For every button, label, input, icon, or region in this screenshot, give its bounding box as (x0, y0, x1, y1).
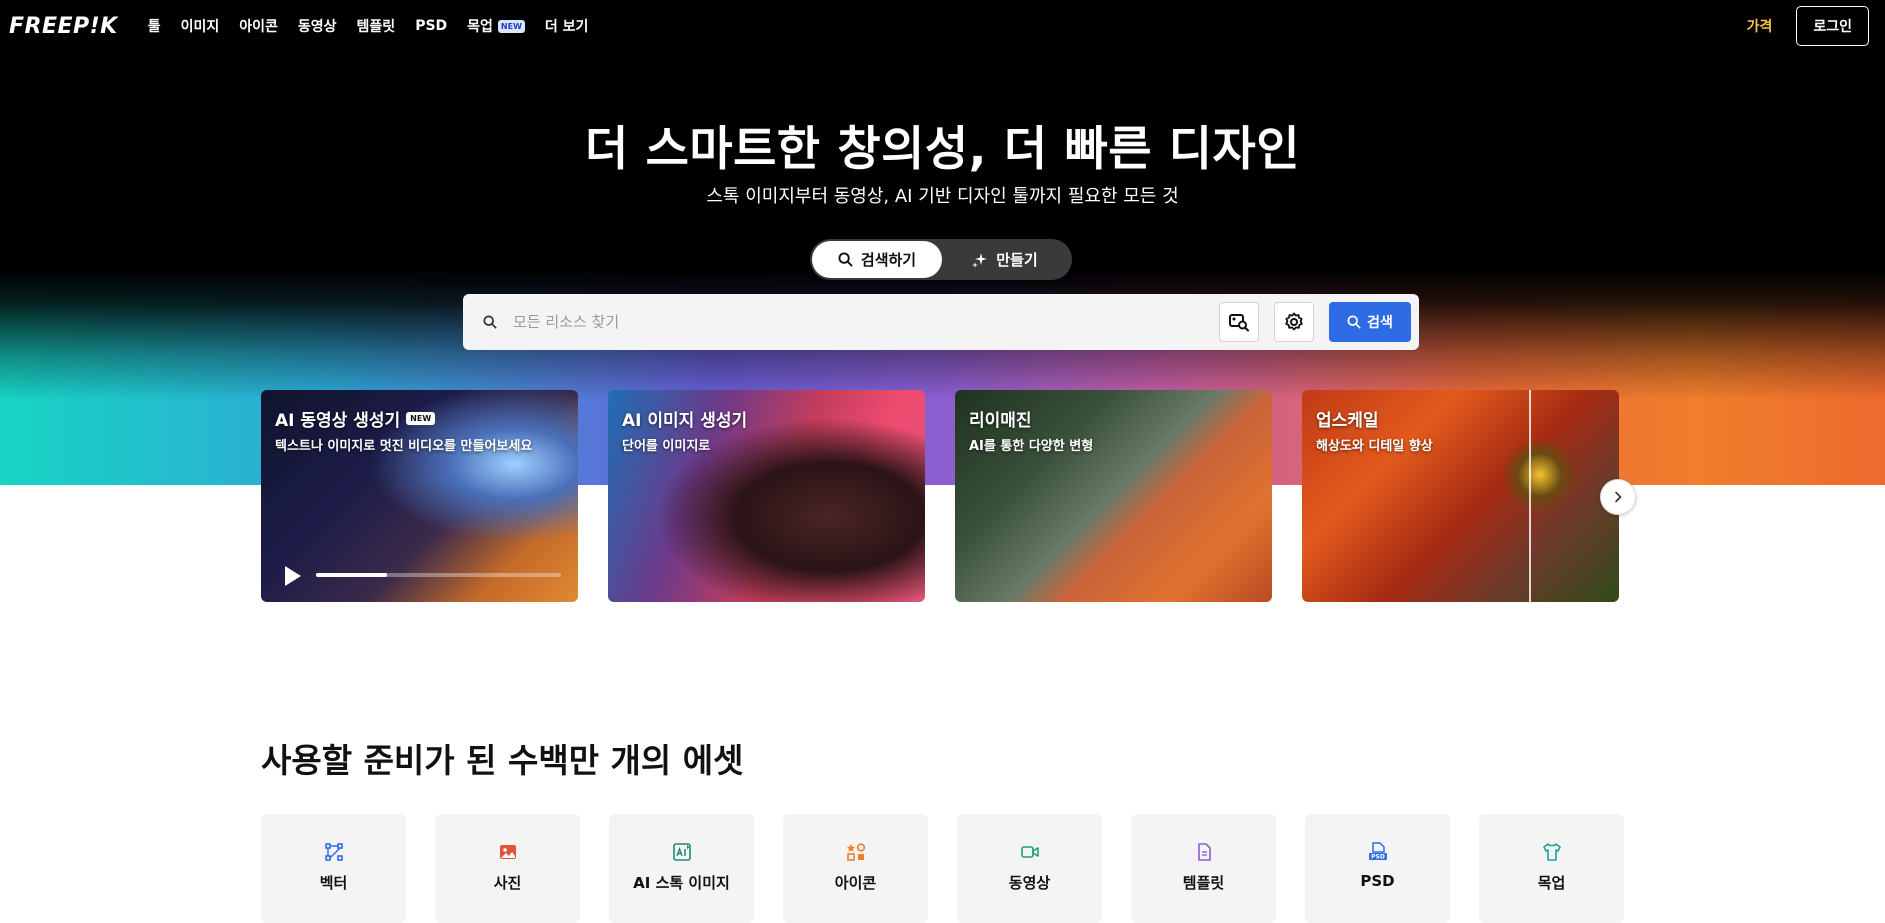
card-title-text: 리이매진 (969, 411, 1032, 431)
new-badge: NEW (406, 412, 436, 425)
card-title-text: 업스케일 (1316, 411, 1379, 431)
card-description: 텍스트나 이미지로 멋진 비디오를 만들어보세요 (275, 439, 533, 454)
card-title: 업스케일 (1316, 406, 1379, 431)
video-progress-fill (316, 573, 388, 577)
hero-title: 더 스마트한 창의성, 더 빠른 디자인 (584, 122, 1301, 177)
asset-label: 벡터 (319, 874, 348, 892)
search-input[interactable] (513, 307, 1204, 337)
vector-icon (324, 843, 343, 861)
card-description: 단어를 이미지로 (622, 439, 711, 454)
create-mode-label: 만들기 (996, 251, 1038, 269)
card-title: AI 동영상 생성기 NEW (275, 406, 436, 431)
card-reimagine[interactable]: 리이매진 AI를 통한 다양한 변형 (955, 390, 1272, 602)
create-mode-button[interactable]: 만들기 (942, 241, 1068, 278)
svg-text:PSD: PSD (1371, 854, 1385, 861)
search-bar: 검색 (463, 294, 1419, 350)
template-icon (1197, 843, 1211, 861)
mode-toggle: 검색하기 만들기 (810, 239, 1072, 280)
nav-item-label: 템플릿 (356, 19, 396, 35)
asset-mockups[interactable]: 목업 (1479, 814, 1624, 923)
nav-item-label: 목업 (467, 19, 493, 35)
card-title-text: AI 동영상 생성기 (275, 411, 401, 431)
settings-icon (1285, 312, 1303, 331)
nav-item-label: PSD (415, 18, 448, 34)
asset-label: 사진 (493, 874, 522, 892)
asset-psd[interactable]: PSD PSD (1305, 814, 1450, 923)
nav-right: 가격 로그인 (1747, 6, 1869, 46)
asset-label: 목업 (1537, 874, 1566, 892)
nav-item-label: 동영상 (297, 19, 337, 35)
nav-item-label: 아이콘 (239, 19, 278, 35)
nav-item-videos[interactable]: 동영상 (298, 16, 337, 36)
search-icon (1347, 315, 1361, 329)
search-mode-label: 검색하기 (860, 251, 917, 269)
card-description: 해상도와 디테일 향상 (1316, 439, 1433, 454)
login-button[interactable]: 로그인 (1796, 6, 1869, 46)
image-search-button[interactable] (1219, 302, 1259, 342)
psd-icon: PSD (1368, 842, 1387, 861)
card-title-text: AI 이미지 생성기 (622, 411, 748, 431)
asset-ai-stock-images[interactable]: AI 스톡 이미지 (609, 814, 754, 923)
video-icon (1020, 846, 1039, 858)
nav-item-icons[interactable]: 아이콘 (239, 16, 278, 36)
nav-menu: 툴 이미지 아이콘 동영상 템플릿 PSD 목업 NEW 더 보기 (148, 16, 589, 36)
asset-label: AI 스톡 이미지 (633, 874, 730, 892)
nav-item-label: 더 보기 (544, 19, 589, 35)
asset-photos[interactable]: 사진 (435, 814, 580, 923)
hero-subtitle: 스톡 이미지부터 동영상, AI 기반 디자인 툴까지 필요한 모든 것 (706, 186, 1179, 207)
card-upscale[interactable]: 업스케일 해상도와 디테일 향상 (1302, 390, 1619, 602)
asset-category-grid: 벡터 사진 AI 스톡 이미지 아이콘 동영상 템플릿 PSD PSD 목업 (261, 814, 1624, 923)
photo-icon (499, 845, 516, 859)
asset-templates[interactable]: 템플릿 (1131, 814, 1276, 923)
asset-videos[interactable]: 동영상 (957, 814, 1102, 923)
search-mode-button[interactable]: 검색하기 (812, 241, 942, 278)
search-icon (483, 315, 497, 329)
nav-item-mockups[interactable]: 목업 NEW (467, 16, 525, 36)
nav-item-label: 툴 (147, 19, 161, 35)
card-description: AI를 통한 다양한 변형 (969, 439, 1094, 454)
sparkle-icon (972, 252, 988, 268)
image-search-icon (1229, 314, 1249, 332)
settings-button[interactable] (1274, 302, 1314, 342)
new-badge: NEW (497, 19, 525, 33)
search-button-label: 검색 (1367, 314, 1393, 330)
assets-section-title: 사용할 준비가 된 수백만 개의 에셋 (261, 741, 744, 780)
freepik-logo[interactable]: FREEP!K (9, 14, 118, 39)
card-ai-video-generator[interactable]: AI 동영상 생성기 NEW 텍스트나 이미지로 멋진 비디오를 만들어보세요 (261, 390, 578, 602)
nav-item-psd[interactable]: PSD (415, 18, 447, 34)
asset-label: 동영상 (1008, 874, 1051, 892)
asset-icons[interactable]: 아이콘 (783, 814, 928, 923)
search-button[interactable]: 검색 (1329, 302, 1411, 342)
icons-icon (846, 843, 865, 861)
chevron-right-icon (1615, 491, 1622, 503)
card-title: AI 이미지 생성기 (622, 406, 747, 431)
ai-image-icon (672, 843, 691, 861)
asset-vectors[interactable]: 벡터 (261, 814, 406, 923)
pricing-link[interactable]: 가격 (1747, 16, 1773, 36)
page: FREEP!K 툴 이미지 아이콘 동영상 템플릿 PSD 목업 NEW 더 보기… (0, 0, 1885, 923)
asset-label: 템플릿 (1182, 874, 1225, 892)
nav-item-images[interactable]: 이미지 (181, 16, 220, 36)
top-navigation: FREEP!K 툴 이미지 아이콘 동영상 템플릿 PSD 목업 NEW 더 보기… (0, 0, 1885, 52)
carousel-next-button[interactable] (1600, 479, 1636, 515)
nav-item-templates[interactable]: 템플릿 (357, 16, 396, 36)
video-progress-bar[interactable] (316, 573, 561, 577)
feature-cards: AI 동영상 생성기 NEW 텍스트나 이미지로 멋진 비디오를 만들어보세요 A… (261, 390, 1621, 602)
play-icon[interactable] (285, 566, 301, 586)
nav-item-label: 이미지 (180, 19, 220, 35)
asset-label: 아이콘 (834, 874, 877, 892)
nav-item-more[interactable]: 더 보기 (545, 16, 589, 36)
compare-divider (1529, 390, 1531, 602)
asset-label: PSD (1360, 872, 1395, 890)
card-title: 리이매진 (969, 406, 1032, 431)
nav-item-tools[interactable]: 툴 (148, 16, 161, 36)
card-ai-image-generator[interactable]: AI 이미지 생성기 단어를 이미지로 (608, 390, 925, 602)
search-icon (838, 252, 853, 267)
mockup-icon (1542, 843, 1561, 861)
